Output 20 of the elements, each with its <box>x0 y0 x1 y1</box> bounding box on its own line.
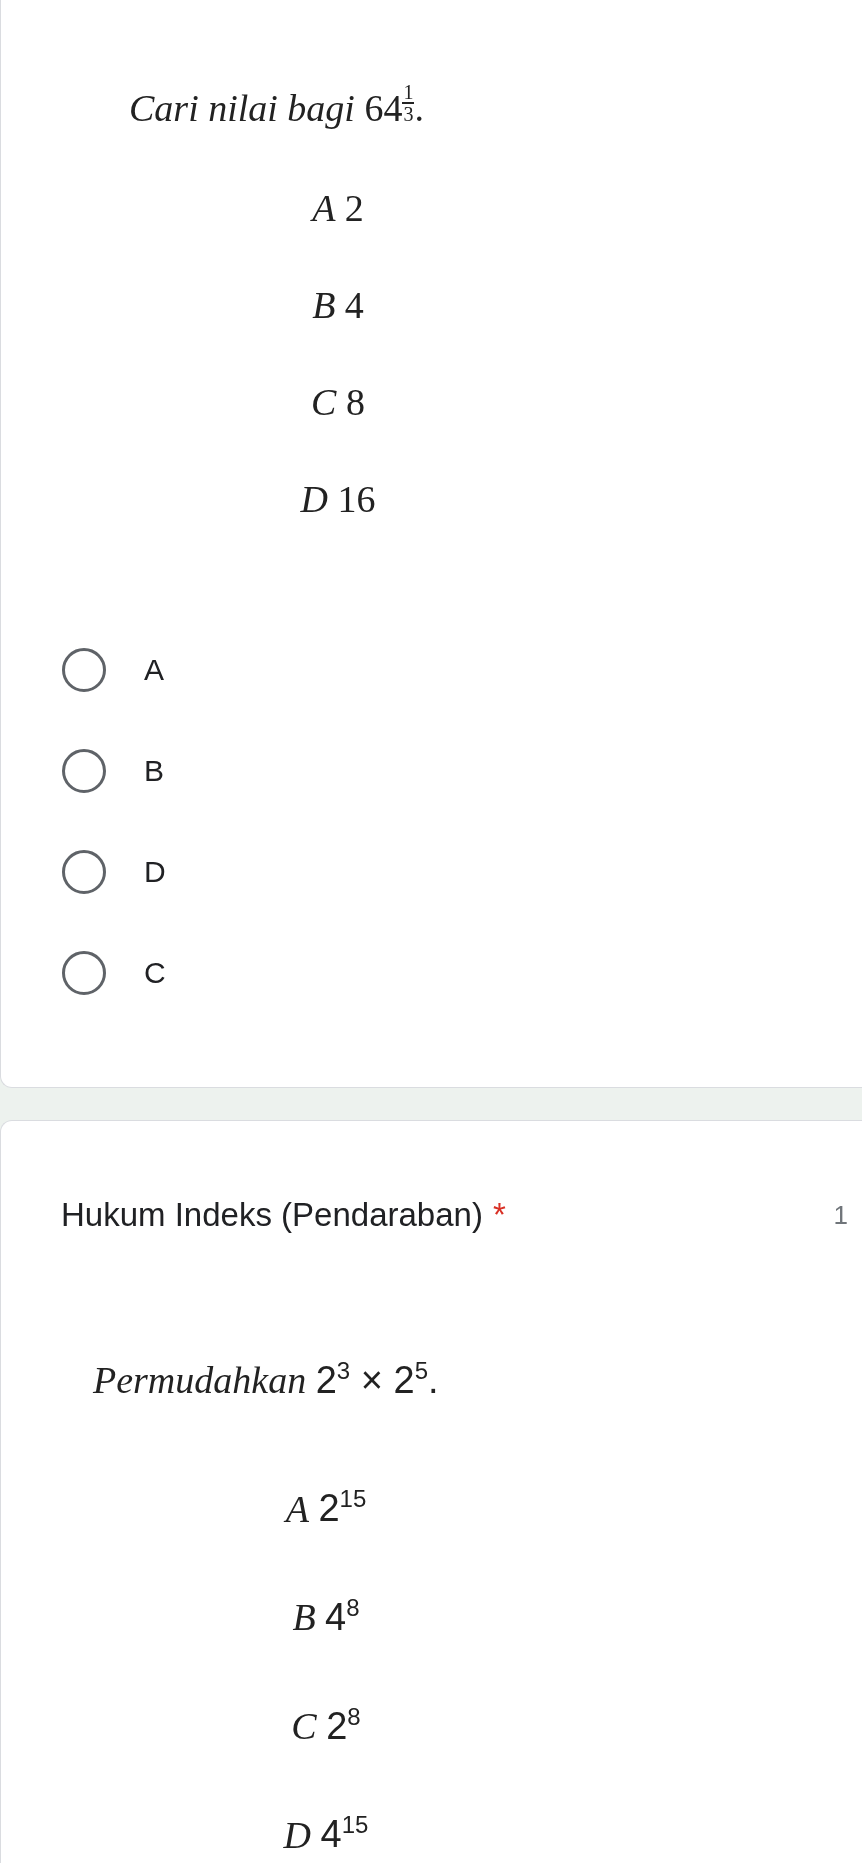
radio-button[interactable] <box>62 647 106 692</box>
points-label: 1 <box>833 1199 848 1231</box>
option-text: B 4$^{8}$ <box>291 1593 361 1640</box>
radio-button[interactable] <box>62 849 106 894</box>
option-text: D 16 <box>299 477 377 522</box>
option-text: D 4$^{15}$ <box>282 1810 370 1858</box>
option-text: B 4 <box>311 283 365 328</box>
option-label[interactable]: C <box>144 955 166 990</box>
option-text: A 2 <box>309 186 365 231</box>
option-text: C 2$^{8}$ <box>290 1701 362 1749</box>
option-label[interactable]: A <box>144 652 164 687</box>
required-mark: * <box>492 1196 506 1234</box>
radio-button[interactable] <box>62 748 106 793</box>
option-text: C 8 <box>310 380 366 425</box>
option-label[interactable]: B <box>144 753 164 788</box>
option-label[interactable]: D <box>144 854 166 889</box>
question-title: Hukum Indeks (Pendaraban) <box>61 1196 483 1234</box>
question-text: Permudahkan 2$^{3}$ × 2$^{5}$. <box>93 1356 439 1403</box>
option-text: A 2$^{15}$ <box>282 1484 368 1532</box>
radio-button[interactable] <box>62 950 106 995</box>
